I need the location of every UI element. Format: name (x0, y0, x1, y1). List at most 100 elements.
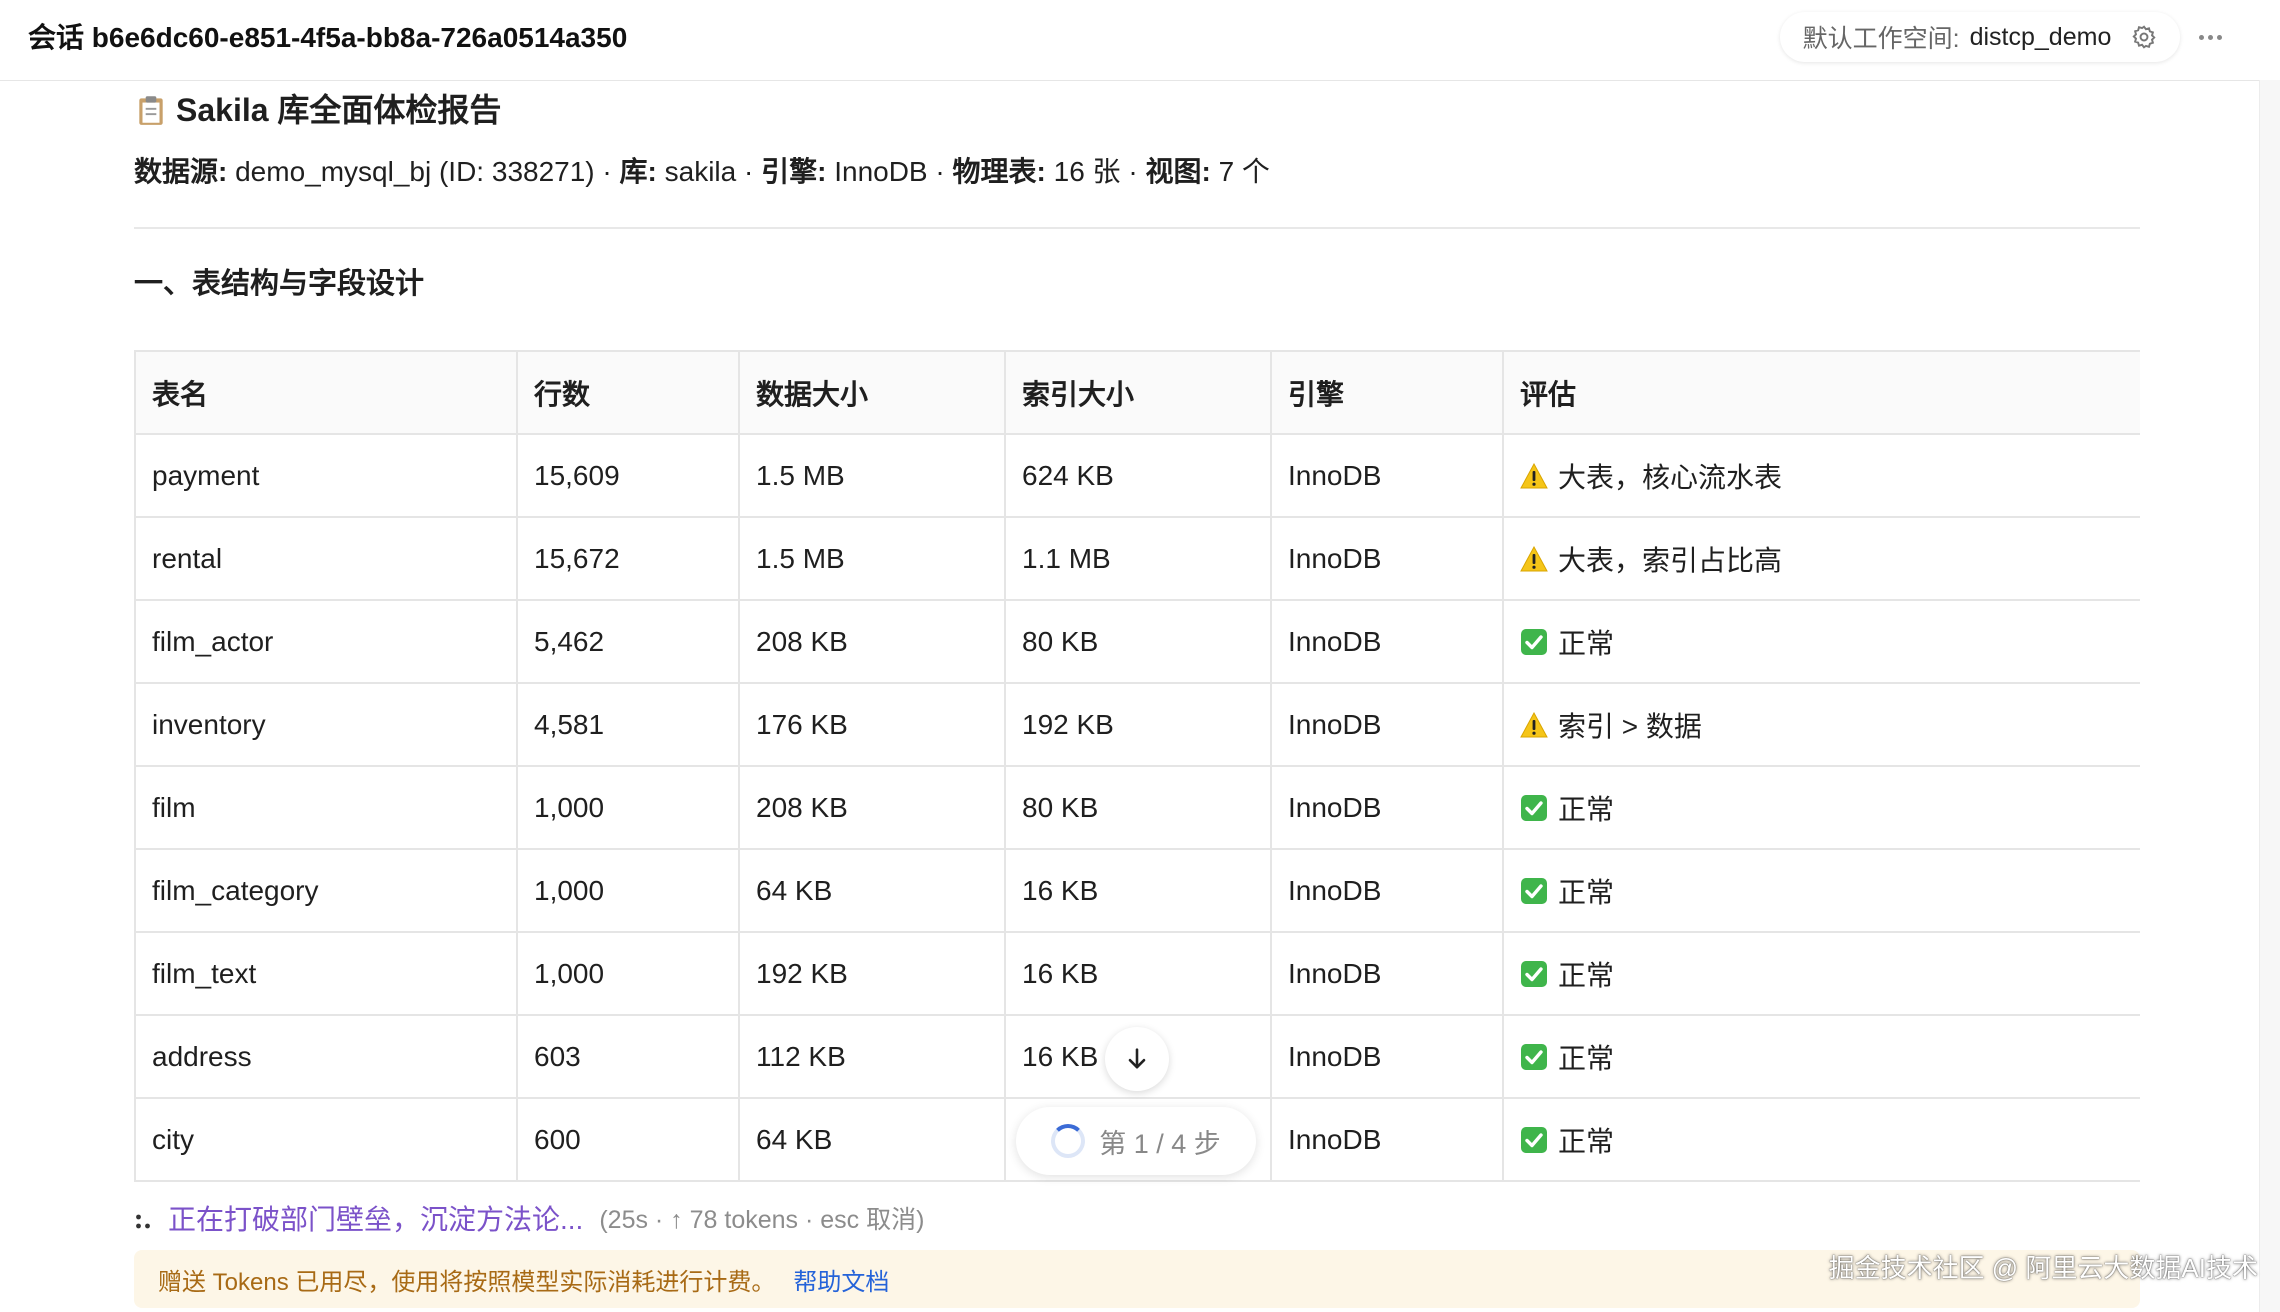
table-header-row: 表名 行数 数据大小 索引大小 引擎 评估 (134, 350, 2140, 435)
cell-row-count: 4,581 (516, 682, 740, 767)
cell-row-count: 1,000 (516, 848, 740, 933)
workspace-selector[interactable]: 默认工作空间: distcp_demo (1780, 12, 2180, 62)
table-row: rental 15,672 1.5 MB 1.1 MB InnoDB 大表，索引占比高 (134, 516, 2140, 601)
cell-index-size: 16 KB (1004, 931, 1272, 1016)
warning-icon (1520, 545, 1548, 571)
assessment-text: 正常 (1558, 959, 1615, 991)
assessment-text: 索引 > 数据 (1558, 710, 1702, 742)
cell-engine: InnoDB (1270, 1014, 1504, 1099)
cell-table-name: address (134, 1014, 518, 1099)
meta-tables-label: 物理表: (952, 156, 1046, 187)
cell-engine: InnoDB (1270, 931, 1504, 1016)
column-header-assessment: 评估 (1502, 350, 2140, 435)
table-row: film 1,000 208 KB 80 KB InnoDB 正常 (134, 765, 2140, 850)
scroll-down-button[interactable] (1105, 1027, 1169, 1091)
workspace-value: distcp_demo (1969, 22, 2112, 51)
loading-dots-icon (136, 1214, 150, 1229)
cell-assessment: 正常 (1502, 931, 2140, 1016)
cell-table-name: rental (134, 516, 518, 601)
cell-engine: InnoDB (1270, 765, 1504, 850)
assessment-text: 正常 (1558, 1042, 1615, 1074)
assessment-content: 正常 (1520, 602, 2124, 681)
cell-data-size: 64 KB (738, 848, 1006, 933)
progress-meta: (25s · ↑ 78 tokens · esc 取消) (599, 1206, 925, 1234)
cell-engine: InnoDB (1270, 599, 1504, 684)
cell-data-size: 1.5 MB (738, 433, 1006, 518)
cell-assessment: 大表，核心流水表 (1502, 433, 2140, 518)
cell-table-name: film (134, 765, 518, 850)
divider (134, 227, 2140, 229)
cell-assessment: 索引 > 数据 (1502, 682, 2140, 767)
column-header-engine: 引擎 (1270, 350, 1504, 435)
cell-data-size: 1.5 MB (738, 516, 1006, 601)
report-title-row: Sakila 库全面体检报告 (134, 86, 501, 134)
cell-row-count: 5,462 (516, 599, 740, 684)
session-title: 会话 b6e6dc60-e851-4f5a-bb8a-726a0514a350 (28, 22, 628, 53)
cell-index-size: 80 KB (1004, 599, 1272, 684)
arrow-down-icon (1128, 1048, 1146, 1069)
cell-assessment: 正常 (1502, 765, 2140, 850)
meta-db-label: 库: (619, 156, 657, 187)
assessment-text: 大表，索引占比高 (1558, 544, 1783, 576)
check-icon (1521, 794, 1547, 821)
check-icon (1521, 628, 1547, 655)
notice-text: 赠送 Tokens 已用尽，使用将按照模型实际消耗进行计费。 (158, 1268, 776, 1296)
cell-table-name: film_text (134, 931, 518, 1016)
check-icon (1521, 1043, 1547, 1070)
assessment-content: 正常 (1520, 934, 2124, 1013)
cell-assessment: 正常 (1502, 1014, 2140, 1099)
meta-engine-value: InnoDB (834, 156, 928, 187)
assessment-text: 正常 (1558, 627, 1615, 659)
cell-row-count: 600 (516, 1097, 740, 1182)
table-row: payment 15,609 1.5 MB 624 KB InnoDB 大表，核心流水表 (134, 433, 2140, 518)
check-icon (1521, 877, 1547, 904)
cell-row-count: 15,672 (516, 516, 740, 601)
column-header-name: 表名 (134, 350, 518, 435)
gear-icon[interactable] (2131, 24, 2157, 50)
warning-icon (1520, 462, 1548, 488)
cell-index-size: 624 KB (1004, 433, 1272, 518)
column-header-index-size: 索引大小 (1004, 350, 1272, 435)
meta-views-value: 7 个 (1218, 156, 1270, 187)
table-row: film_category 1,000 64 KB 16 KB InnoDB 正常 (134, 848, 2140, 933)
cell-row-count: 603 (516, 1014, 740, 1099)
progress-text: 正在打破部门壁垒，沉淀方法论... (168, 1204, 584, 1235)
check-icon (1521, 960, 1547, 987)
cell-data-size: 112 KB (738, 1014, 1006, 1099)
cell-data-size: 192 KB (738, 931, 1006, 1016)
cell-data-size: 176 KB (738, 682, 1006, 767)
cell-assessment: 正常 (1502, 848, 2140, 933)
column-header-rows: 行数 (516, 350, 740, 435)
cell-assessment: 正常 (1502, 1097, 2140, 1182)
cell-table-name: film_category (134, 848, 518, 933)
assessment-text: 正常 (1558, 876, 1615, 908)
table-row: film_text 1,000 192 KB 16 KB InnoDB 正常 (134, 931, 2140, 1016)
cell-row-count: 1,000 (516, 931, 740, 1016)
cell-assessment: 正常 (1502, 599, 2140, 684)
scrollbar[interactable] (2259, 80, 2280, 1312)
meta-source-label: 数据源: (134, 156, 228, 187)
warning-icon (1520, 711, 1548, 737)
assessment-content: 大表，索引占比高 (1520, 519, 2124, 598)
column-header-data-size: 数据大小 (738, 350, 1006, 435)
cell-engine: InnoDB (1270, 433, 1504, 518)
table-row: film_actor 5,462 208 KB 80 KB InnoDB 正常 (134, 599, 2140, 684)
cell-engine: InnoDB (1270, 516, 1504, 601)
step-text: 第 1 / 4 步 (1099, 1128, 1221, 1159)
assessment-content: 索引 > 数据 (1520, 685, 2124, 764)
cell-data-size: 64 KB (738, 1097, 1006, 1182)
more-options-button[interactable] (2190, 22, 2230, 52)
section-title: 一、表结构与字段设计 (134, 268, 425, 300)
top-bar: 会话 b6e6dc60-e851-4f5a-bb8a-726a0514a350 … (0, 0, 2280, 81)
cell-table-name: film_actor (134, 599, 518, 684)
cell-table-name: city (134, 1097, 518, 1182)
cell-engine: InnoDB (1270, 682, 1504, 767)
cell-index-size: 192 KB (1004, 682, 1272, 767)
spinner-icon (1051, 1124, 1086, 1158)
cell-engine: InnoDB (1270, 1097, 1504, 1182)
cell-index-size: 16 KB (1004, 848, 1272, 933)
cell-data-size: 208 KB (738, 599, 1006, 684)
meta-db-value: sakila (664, 156, 737, 187)
clipboard-icon (139, 96, 163, 125)
help-docs-link[interactable]: 帮助文档 (793, 1262, 889, 1297)
